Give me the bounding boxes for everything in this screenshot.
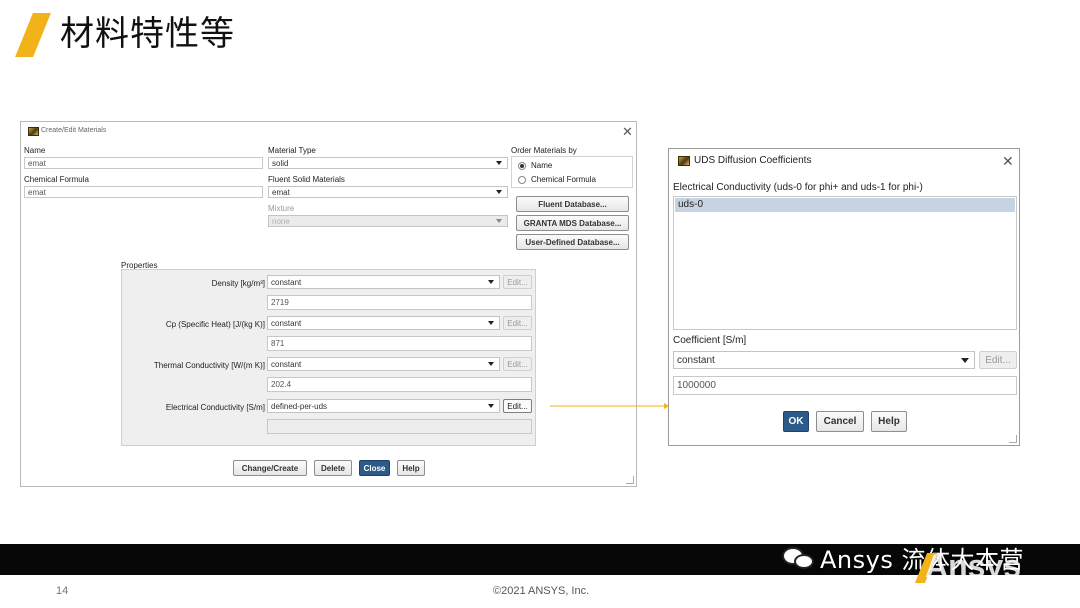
list-item[interactable]: uds-0 [675, 198, 1015, 212]
density-method-value: constant [271, 277, 302, 287]
coefficient-method-select[interactable]: constant [673, 351, 975, 369]
chevron-down-icon [496, 219, 502, 223]
ok-button[interactable]: OK [783, 411, 809, 432]
order-by-name-radio[interactable]: Name [518, 161, 552, 170]
order-materials-group: Name Chemical Formula [511, 156, 633, 188]
coefficient-value-input[interactable]: 1000000 [673, 376, 1017, 395]
density-label: Density [kg/m³] [211, 279, 265, 288]
thermal-conductivity-value-input[interactable]: 202.4 [267, 377, 532, 392]
title-accent-slash [15, 13, 51, 57]
thermal-conductivity-method-select[interactable]: constant [267, 357, 500, 371]
coefficient-edit-button: Edit... [979, 351, 1017, 369]
mixture-label: Mixture [268, 204, 295, 213]
specific-heat-method-value: constant [271, 318, 302, 328]
close-button[interactable]: Close [359, 460, 390, 476]
electrical-conductivity-value-input [267, 419, 532, 434]
materials-dialog-title: Create/Edit Materials [41, 127, 107, 134]
specific-heat-value-input[interactable]: 871 [267, 336, 532, 351]
thermal-conductivity-label: Thermal Conductivity [W/(m K)] [153, 361, 265, 370]
material-type-label: Material Type [268, 146, 316, 155]
specific-heat-label: Cp (Specific Heat) [J/(kg K)] [165, 320, 265, 329]
wechat-icon [780, 545, 820, 571]
chemical-formula-label: Chemical Formula [24, 175, 89, 184]
electrical-conductivity-method-select[interactable]: defined-per-uds [267, 399, 500, 413]
order-by-name-label: Name [531, 161, 553, 170]
user-defined-database-button[interactable]: User-Defined Database... [516, 234, 629, 250]
close-icon[interactable]: ✕ [622, 125, 633, 138]
radio-selected-icon [518, 161, 526, 170]
close-icon[interactable]: ✕ [1002, 154, 1014, 168]
uds-list[interactable]: uds-0 [673, 196, 1017, 330]
material-type-value: solid [272, 158, 289, 168]
cancel-button[interactable]: Cancel [816, 411, 864, 432]
list-label: Electrical Conductivity (uds-0 for phi+ … [673, 182, 923, 193]
order-by-formula-radio[interactable]: Chemical Formula [518, 175, 596, 184]
thermal-conductivity-edit-button: Edit... [503, 357, 532, 371]
fluent-solid-materials-value: emat [272, 187, 290, 197]
density-edit-button: Edit... [503, 275, 532, 289]
electrical-conductivity-edit-button[interactable]: Edit... [503, 399, 532, 413]
help-button[interactable]: Help [871, 411, 907, 432]
fluent-app-icon [678, 156, 690, 166]
chevron-down-icon [961, 357, 969, 363]
radio-unselected-icon [518, 175, 526, 184]
material-type-select[interactable]: solid [268, 157, 508, 169]
chevron-down-icon [496, 161, 502, 165]
name-input[interactable]: emat [24, 157, 263, 169]
connector-arrow [550, 403, 669, 409]
properties-panel: Density [kg/m³] constant Edit... 2719 Cp… [121, 269, 536, 446]
electrical-conductivity-label: Electrical Conductivity [S/m] [165, 403, 265, 412]
change-create-button[interactable]: Change/Create [233, 460, 307, 476]
fluent-database-button[interactable]: Fluent Database... [516, 196, 629, 212]
resize-grip-icon[interactable] [1009, 435, 1017, 443]
fluent-solid-materials-label: Fluent Solid Materials [268, 175, 345, 184]
name-label: Name [24, 146, 46, 155]
delete-button[interactable]: Delete [314, 460, 352, 476]
density-method-select[interactable]: constant [267, 275, 500, 289]
chevron-down-icon [488, 404, 494, 408]
granta-mds-database-button[interactable]: GRANTA MDS Database... [516, 215, 629, 231]
order-by-formula-label: Chemical Formula [531, 175, 596, 184]
specific-heat-edit-button: Edit... [503, 316, 532, 330]
fluent-app-icon [28, 127, 39, 136]
uds-dialog-title: UDS Diffusion Coefficients [694, 155, 812, 166]
materials-dialog: Create/Edit Materials ✕ Name emat Chemic… [20, 121, 637, 487]
ansys-logo: Ansys [925, 548, 1022, 584]
thermal-conductivity-method-value: constant [271, 359, 302, 369]
density-value-input[interactable]: 2719 [267, 295, 532, 310]
chemical-formula-input[interactable]: emat [24, 186, 263, 198]
mixture-value: none [272, 216, 290, 226]
copyright: ©2021 ANSYS, Inc. [493, 585, 590, 597]
chevron-down-icon [488, 321, 494, 325]
electrical-conductivity-method-value: defined-per-uds [271, 401, 328, 411]
fluent-solid-materials-select[interactable]: emat [268, 186, 508, 198]
chevron-down-icon [496, 190, 502, 194]
help-button[interactable]: Help [397, 460, 425, 476]
coefficient-label: Coefficient [S/m] [673, 335, 747, 346]
page-number: 14 [56, 585, 69, 597]
slide-title: 材料特性等 [60, 14, 235, 54]
chevron-down-icon [488, 280, 494, 284]
coefficient-method-value: constant [677, 354, 715, 366]
chevron-down-icon [488, 362, 494, 366]
order-materials-label: Order Materials by [511, 146, 577, 155]
mixture-select: none [268, 215, 508, 227]
specific-heat-method-select[interactable]: constant [267, 316, 500, 330]
uds-dialog: UDS Diffusion Coefficients ✕ Electrical … [668, 148, 1020, 446]
resize-grip-icon[interactable] [626, 476, 634, 484]
